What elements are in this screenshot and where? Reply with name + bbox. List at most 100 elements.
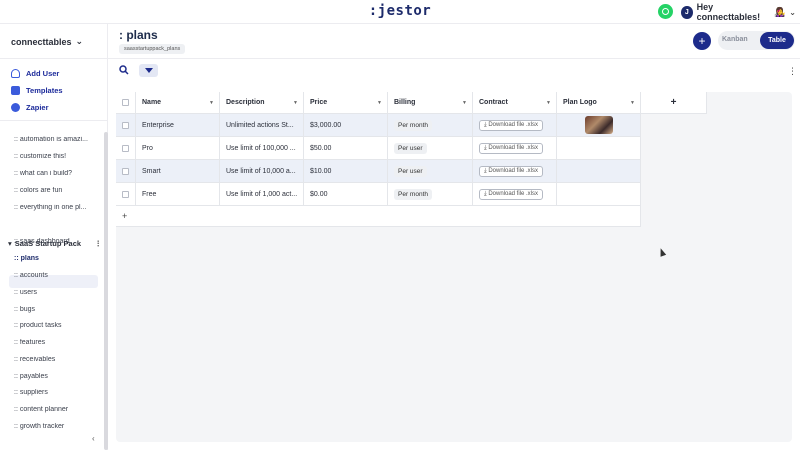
sidebar-scrollbar[interactable] [104, 132, 108, 450]
sidebar-item-growth-tracker[interactable]: :: growth tracker [14, 423, 88, 430]
select-all-cell [116, 92, 136, 114]
chevron-down-icon: ⌄ [789, 7, 796, 17]
sidebar-item[interactable]: :: automation is amazi... [14, 136, 88, 143]
table-cell-contract: ⤓ Download file .xlsx [473, 114, 557, 137]
add-column-button[interactable]: + [641, 92, 707, 114]
table-cell-price[interactable]: $10.00 [304, 160, 388, 183]
column-header-description[interactable]: Description ▼ [220, 92, 304, 114]
caret-down-icon: ▼ [462, 99, 467, 106]
download-file-button[interactable]: ⤓ Download file .xlsx [479, 165, 544, 177]
column-header-billing[interactable]: Billing ▼ [388, 92, 473, 114]
table-cell-billing[interactable]: Per user [388, 137, 473, 160]
row-checkbox[interactable] [122, 144, 129, 152]
view-switch: Kanban Table [718, 31, 795, 50]
templates-icon [11, 86, 20, 95]
zapier-link[interactable]: Zapier [11, 103, 49, 112]
caret-down-icon: ▼ [630, 99, 635, 106]
add-row-bar[interactable]: + [116, 206, 641, 227]
download-file-button[interactable]: ⤓ Download file .xlsx [479, 142, 544, 154]
table-cell-price[interactable]: $0.00 [304, 183, 388, 206]
table-cell-description[interactable]: Use limit of 1,000 act... [220, 183, 304, 206]
table-cell-price[interactable]: $50.00 [304, 137, 388, 160]
filter-button[interactable] [139, 64, 158, 77]
page-title: : plans [119, 28, 158, 42]
table-view-button[interactable]: Table [760, 32, 794, 49]
caret-down-icon: ▼ [377, 99, 382, 106]
divider [0, 120, 108, 121]
billing-badge: Per user [394, 142, 427, 154]
sidebar-item-bugs[interactable]: :: bugs [14, 306, 88, 313]
billing-badge: Per month [394, 188, 432, 200]
add-row-icon: + [122, 211, 128, 221]
sidebar-item[interactable]: :: customize this! [14, 153, 88, 160]
row-checkbox[interactable] [122, 190, 129, 198]
avatar: J [681, 5, 693, 19]
workspace-selector[interactable]: connecttables ⌄ [11, 36, 83, 47]
sidebar-item-users[interactable]: :: users [14, 289, 88, 296]
table-cell-billing[interactable]: Per month [388, 183, 473, 206]
table-cell-plan-logo[interactable] [557, 183, 641, 206]
table-cell-billing[interactable]: Per month [388, 114, 473, 137]
whatsapp-icon[interactable] [658, 4, 673, 19]
user-menu[interactable]: J Hey connecttables! 👩‍🎤 ⌄ [681, 2, 796, 22]
download-file-button[interactable]: ⤓ Download file .xlsx [479, 119, 544, 131]
table-cell-description[interactable]: Unlimited actions St... [220, 114, 304, 137]
sidebar-item-product-tasks[interactable]: :: product tasks [14, 322, 88, 329]
sidebar-item[interactable]: :: everything in one pl... [14, 204, 88, 211]
table-cell-description[interactable]: Use limit of 10,000 a... [220, 160, 304, 183]
search-icon[interactable] [119, 65, 133, 77]
table-cell-name[interactable]: Smart [136, 160, 220, 183]
sidebar-item-plans[interactable]: :: plans [14, 255, 88, 262]
zapier-icon [11, 103, 20, 112]
table-cell-contract: ⤓ Download file .xlsx [473, 160, 557, 183]
add-user-link[interactable]: Add User [11, 69, 59, 78]
chevron-down-icon: ⌄ [75, 36, 84, 46]
collapse-sidebar-icon[interactable]: ‹ [92, 434, 95, 443]
workspace-name: connecttables [11, 36, 72, 47]
caret-down-icon: ▼ [293, 99, 298, 106]
table-cell-name[interactable]: Pro [136, 137, 220, 160]
table-cell-name[interactable]: Enterprise [136, 114, 220, 137]
table-cell-name[interactable]: Free [136, 183, 220, 206]
kanban-view-button[interactable]: Kanban [722, 36, 748, 43]
column-header-plan-logo[interactable]: Plan Logo ▼ [557, 92, 641, 114]
select-all-checkbox[interactable] [122, 99, 129, 106]
sidebar-item-features[interactable]: :: features [14, 339, 88, 346]
user-emoji: 👩‍🎤 [774, 6, 786, 17]
table-row-checkbox-cell [116, 114, 136, 137]
more-icon[interactable]: ⋮ [95, 239, 103, 248]
divider [0, 58, 108, 59]
app-logo[interactable]: :jestor [369, 3, 432, 19]
table-cell-billing[interactable]: Per user [388, 160, 473, 183]
billing-badge: Per month [394, 119, 432, 131]
sidebar-item[interactable]: :: colors are fun [14, 187, 88, 194]
table-cell-plan-logo[interactable] [557, 160, 641, 183]
billing-badge: Per user [394, 165, 427, 177]
table-cell-plan-logo[interactable] [557, 137, 641, 160]
more-options-icon[interactable]: ⋮ [788, 66, 797, 77]
column-header-name[interactable]: Name ▼ [136, 92, 220, 114]
plan-logo-image[interactable] [584, 116, 613, 134]
top-bar: :jestor J Hey connecttables! 👩‍🎤 ⌄ [0, 0, 800, 24]
table-cell-plan-logo[interactable] [557, 114, 641, 137]
row-checkbox[interactable] [122, 121, 129, 129]
divider [108, 58, 800, 59]
table-row-checkbox-cell [116, 160, 136, 183]
column-header-contract[interactable]: Contract ▼ [473, 92, 557, 114]
download-file-button[interactable]: ⤓ Download file .xlsx [479, 188, 544, 200]
sidebar-item-saas-dashboard[interactable]: :: saas dashboard [14, 238, 88, 245]
sidebar-item-payables[interactable]: :: payables [14, 373, 88, 380]
add-record-button[interactable]: + [693, 32, 711, 50]
sidebar-item-accounts[interactable]: :: accounts [14, 272, 88, 279]
table-row-checkbox-cell [116, 183, 136, 206]
sidebar-item-receivables[interactable]: :: receivables [14, 356, 88, 363]
sidebar-item-content-planner[interactable]: :: content planner [14, 406, 88, 413]
table-cell-contract: ⤓ Download file .xlsx [473, 137, 557, 160]
sidebar-item-suppliers[interactable]: :: suppliers [14, 389, 88, 396]
table-cell-description[interactable]: Use limit of 100,000 ... [220, 137, 304, 160]
templates-link[interactable]: Templates [11, 86, 63, 95]
table-cell-price[interactable]: $3,000.00 [304, 114, 388, 137]
column-header-price[interactable]: Price ▼ [304, 92, 388, 114]
sidebar-item[interactable]: :: what can i build? [14, 170, 88, 177]
row-checkbox[interactable] [122, 167, 129, 175]
